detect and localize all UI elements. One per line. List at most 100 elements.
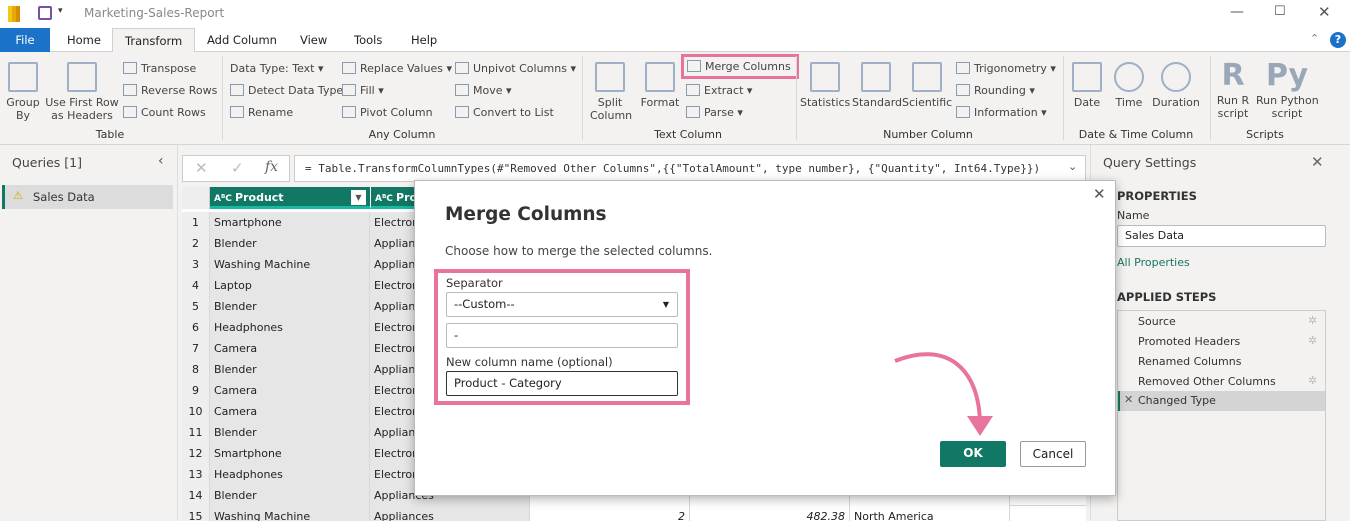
collapse-queries-icon[interactable]: ‹: [158, 153, 164, 169]
tab-help[interactable]: Help: [399, 28, 449, 52]
save-icon[interactable]: [38, 6, 52, 20]
table-cell[interactable]: Smartphone: [210, 443, 370, 464]
tab-transform[interactable]: Transform: [112, 28, 196, 53]
table-cell[interactable]: Camera: [210, 380, 370, 401]
move-button[interactable]: Move ▾: [455, 84, 512, 97]
table-cell[interactable]: Washing Machine: [210, 506, 370, 521]
dialog-description: Choose how to merge the selected columns…: [445, 244, 713, 258]
trigonometry-button[interactable]: Trigonometry ▾: [956, 62, 1056, 75]
tab-view[interactable]: View: [288, 28, 339, 52]
pivot-column-button[interactable]: Pivot Column: [342, 106, 433, 119]
group-by-button[interactable]: Group By: [4, 62, 42, 122]
group-by-icon: [8, 62, 38, 92]
scientific-button[interactable]: Scientific: [902, 62, 952, 109]
detect-type-icon: [230, 84, 244, 96]
new-column-name-input[interactable]: Product - Category: [446, 371, 678, 396]
table-cell[interactable]: Laptop: [210, 275, 370, 296]
help-icon[interactable]: ?: [1330, 32, 1346, 48]
run-python-script-button[interactable]: Py Run Python script: [1256, 58, 1319, 120]
collapse-ribbon-icon[interactable]: ⌃: [1310, 32, 1319, 45]
calculator-icon: [861, 62, 891, 92]
table-cell[interactable]: Blender: [210, 233, 370, 254]
step-promoted-headers[interactable]: Promoted Headers: [1138, 335, 1240, 348]
maximize-button[interactable]: ☐: [1274, 4, 1286, 19]
cancel-formula-icon[interactable]: ✕: [195, 159, 208, 177]
standard-button[interactable]: Standard: [852, 62, 902, 109]
step-settings-gear-icon[interactable]: ✲: [1308, 334, 1317, 347]
table-cell[interactable]: Headphones: [210, 317, 370, 338]
run-r-script-button[interactable]: R Run Rscript: [1213, 58, 1253, 120]
extract-button[interactable]: Extract ▾: [686, 84, 752, 97]
merge-columns-button[interactable]: Merge Columns: [681, 54, 799, 79]
convert-to-list-button[interactable]: Convert to List: [455, 106, 554, 119]
close-settings-icon[interactable]: ✕: [1311, 153, 1324, 171]
separator-dropdown[interactable]: --Custom-- ▼: [446, 292, 678, 317]
duration-button[interactable]: Duration: [1150, 62, 1202, 109]
table-cell[interactable]: Blender: [210, 485, 370, 506]
information-button[interactable]: Information ▾: [956, 106, 1047, 119]
tab-file[interactable]: File: [0, 28, 50, 52]
all-properties-link[interactable]: All Properties: [1117, 256, 1190, 269]
transpose-button[interactable]: Transpose: [123, 62, 196, 75]
step-source[interactable]: Source: [1138, 315, 1176, 328]
fill-button[interactable]: Fill ▾: [342, 84, 384, 97]
app-title: Marketing-Sales-Report: [84, 6, 225, 20]
query-item-sales-data[interactable]: ⚠ Sales Data: [2, 185, 173, 209]
table-cell[interactable]: Headphones: [210, 464, 370, 485]
detect-data-type-button[interactable]: Detect Data Type: [230, 84, 343, 97]
commit-formula-icon[interactable]: ✓: [231, 159, 244, 177]
rounding-button[interactable]: Rounding ▾: [956, 84, 1035, 97]
quick-access-dropdown-icon[interactable]: ▾: [58, 6, 63, 16]
parse-button[interactable]: Parse ▾: [686, 106, 743, 119]
step-settings-gear-icon[interactable]: ✲: [1308, 374, 1317, 387]
table-cell[interactable]: Blender: [210, 359, 370, 380]
text-type-icon: AᴮC: [214, 194, 236, 204]
data-type-dropdown[interactable]: Data Type: Text ▾: [230, 62, 324, 75]
table-cell[interactable]: Blender: [210, 296, 370, 317]
minimize-button[interactable]: —: [1230, 4, 1244, 20]
cancel-button[interactable]: Cancel: [1020, 441, 1086, 467]
close-window-button[interactable]: ✕: [1318, 3, 1331, 21]
statistics-button[interactable]: Statistics: [800, 62, 850, 109]
date-button[interactable]: Date: [1068, 62, 1106, 109]
step-renamed-columns[interactable]: Renamed Columns: [1138, 355, 1241, 368]
custom-separator-input[interactable]: -: [446, 323, 678, 348]
table-cell[interactable]: Camera: [210, 338, 370, 359]
table-cell[interactable]: 482.38: [690, 506, 850, 521]
table-cell[interactable]: North America: [850, 506, 1010, 521]
table-cell[interactable]: Washing Machine: [210, 254, 370, 275]
table-cell[interactable]: Blender: [210, 422, 370, 443]
r-icon: R: [1221, 58, 1245, 93]
filter-dropdown-icon[interactable]: ▼: [351, 190, 366, 205]
delete-step-icon[interactable]: ✕: [1124, 393, 1133, 406]
table-menu-icon[interactable]: [182, 187, 210, 209]
close-dialog-icon[interactable]: ✕: [1093, 185, 1106, 203]
column-header-product[interactable]: AᴮC Product ▼: [210, 187, 370, 209]
split-column-button[interactable]: Split Column: [590, 62, 632, 122]
table-cell[interactable]: 2: [530, 506, 690, 521]
time-button[interactable]: Time: [1110, 62, 1148, 109]
replace-values-button[interactable]: Replace Values ▾: [342, 62, 452, 75]
step-settings-gear-icon[interactable]: ✲: [1308, 314, 1317, 327]
table-cell[interactable]: Appliances: [370, 506, 530, 521]
formula-input[interactable]: = Table.TransformColumnTypes(#"Removed O…: [294, 155, 1086, 182]
tab-add-column[interactable]: Add Column: [195, 28, 289, 52]
tab-tools[interactable]: Tools: [342, 28, 394, 52]
query-name-input[interactable]: Sales Data: [1117, 225, 1326, 247]
tab-home[interactable]: Home: [55, 28, 113, 52]
use-first-row-headers-button[interactable]: Use First Row as Headers: [44, 62, 120, 122]
count-rows-button[interactable]: Count Rows: [123, 106, 206, 119]
format-button[interactable]: Format: [638, 62, 682, 109]
rename-button[interactable]: Rename: [230, 106, 293, 119]
step-changed-type[interactable]: ✕ Changed Type: [1118, 391, 1325, 411]
table-cell[interactable]: Camera: [210, 401, 370, 422]
step-removed-other-columns[interactable]: Removed Other Columns: [1138, 375, 1276, 388]
list-icon: [455, 106, 469, 118]
expand-formula-icon[interactable]: ⌄: [1068, 160, 1077, 173]
ok-button[interactable]: OK: [940, 441, 1006, 467]
reverse-rows-button[interactable]: Reverse Rows: [123, 84, 217, 97]
transpose-icon: [123, 62, 137, 74]
name-label: Name: [1117, 209, 1150, 222]
unpivot-columns-button[interactable]: Unpivot Columns ▾: [455, 62, 576, 75]
table-cell[interactable]: Smartphone: [210, 212, 370, 233]
